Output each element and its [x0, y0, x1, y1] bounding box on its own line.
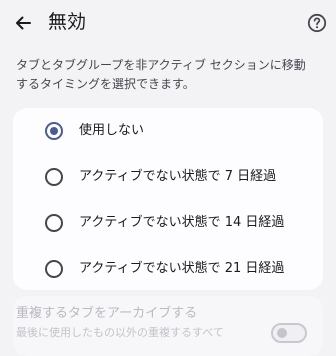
settings-description: タブとタブグループを非アクティブ セクションに移動するタイミングを選択できます。: [16, 58, 306, 91]
option-14-days[interactable]: アクティブでない状態で 14 日経過: [13, 201, 323, 245]
archive-duplicates-setting[interactable]: 重複するタブをアーカイブする 最後に使用したもの以外の重複するすべて: [13, 296, 323, 356]
help-button[interactable]: [304, 10, 330, 36]
archive-setting-title: 重複するタブをアーカイブする: [16, 306, 198, 321]
radio-button[interactable]: [45, 260, 63, 278]
radio-button[interactable]: [45, 214, 63, 232]
archive-duplicates-toggle[interactable]: [271, 323, 307, 343]
option-7-days[interactable]: アクティブでない状態で 7 日経過: [13, 155, 323, 199]
option-label: 使用しない: [79, 123, 145, 138]
top-app-bar: 無効: [0, 0, 336, 46]
radio-button[interactable]: [45, 168, 63, 186]
back-button[interactable]: [8, 8, 38, 38]
help-circle-icon: [307, 13, 327, 33]
arrow-back-icon: [16, 16, 31, 30]
toggle-knob: [277, 328, 287, 338]
page-title: 無効: [48, 11, 87, 33]
option-label: アクティブでない状態で 7 日経過: [79, 169, 277, 184]
option-label: アクティブでない状態で 21 日経過: [79, 261, 285, 276]
option-21-days[interactable]: アクティブでない状態で 21 日経過: [13, 247, 323, 291]
options-card: 使用しない アクティブでない状態で 7 日経過 アクティブでない状態で 14 日…: [13, 108, 323, 290]
archive-setting-subtitle: 最後に使用したもの以外の重複するすべて: [16, 326, 224, 339]
option-never[interactable]: 使用しない: [13, 109, 323, 153]
option-label: アクティブでない状態で 14 日経過: [79, 215, 285, 230]
radio-button[interactable]: [45, 122, 63, 140]
